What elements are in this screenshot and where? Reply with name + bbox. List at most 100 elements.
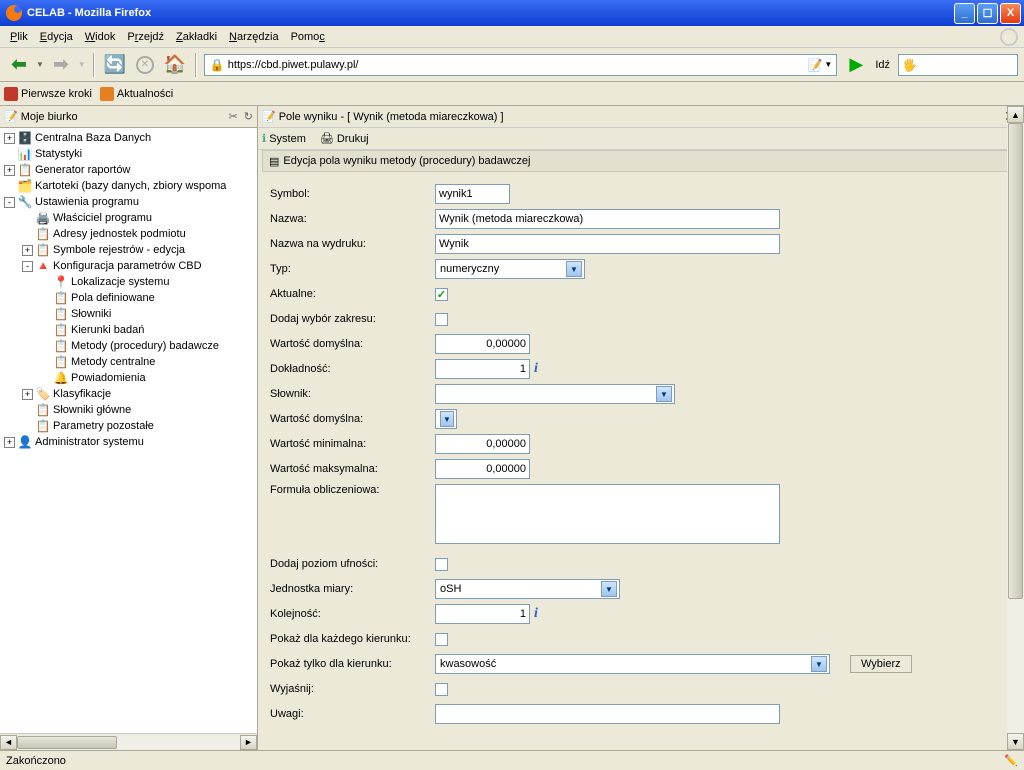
expand-icon[interactable]: + (4, 133, 15, 144)
tree-node-icon: 📋 (17, 162, 33, 178)
close-button[interactable]: X (1000, 3, 1021, 24)
checkbox-kazdy-kier[interactable] (435, 633, 448, 646)
select-jednostka[interactable]: oSH▼ (435, 579, 620, 599)
scroll-left-button[interactable]: ◄ (0, 735, 17, 750)
tree-node-label: Słowniki (71, 308, 111, 320)
tree-item[interactable]: 📋Metody centralne (0, 354, 257, 370)
url-bar[interactable]: 🔒 📝 ▼ (204, 54, 837, 76)
tree-item[interactable]: 📍Lokalizacje systemu (0, 274, 257, 290)
scroll-thumb[interactable] (1008, 123, 1023, 599)
tree-item[interactable]: +👤Administrator systemu (0, 434, 257, 450)
tree-item[interactable]: 🗂️Kartoteki (bazy danych, zbiory wspoma (0, 178, 257, 194)
menu-go[interactable]: Przejdź (121, 29, 170, 45)
select-wart-dom2[interactable]: ▼ (435, 409, 457, 429)
label-jednostka: Jednostka miary: (270, 583, 435, 595)
tree-item[interactable]: +🏷️Klasyfikacje (0, 386, 257, 402)
expand-icon[interactable]: + (22, 245, 33, 256)
status-pencil-icon[interactable]: ✏️ (1004, 754, 1018, 767)
input-symbol[interactable] (435, 184, 510, 204)
checkbox-wyjasnij[interactable] (435, 683, 448, 696)
input-wart-min[interactable] (435, 434, 530, 454)
collapse-icon[interactable]: - (4, 197, 15, 208)
sidebar-action-1[interactable]: ✂ (229, 110, 238, 123)
menu-edit[interactable]: Edycja (34, 29, 79, 45)
tree-item[interactable]: 📋Słowniki (0, 306, 257, 322)
system-icon: ℹ (262, 132, 266, 145)
tree-item[interactable]: 📊Statystyki (0, 146, 257, 162)
textarea-formula[interactable] (435, 484, 780, 544)
content-vertical-scrollbar[interactable]: ▲ ▼ (1007, 106, 1024, 750)
reload-button[interactable]: 🔄 (102, 52, 128, 78)
tree-item[interactable]: -🔧Ustawienia programu (0, 194, 257, 210)
tree-item[interactable]: 🖨️Właściciel programu (0, 210, 257, 226)
label-tylko-kier: Pokaż tylko dla kierunku: (270, 658, 435, 670)
input-uwagi[interactable] (435, 704, 780, 724)
url-dropdown[interactable]: ▼ (824, 60, 832, 69)
url-input[interactable] (228, 59, 808, 71)
scroll-up-button[interactable]: ▲ (1007, 106, 1024, 123)
menu-bookmarks[interactable]: Zakładki (170, 29, 223, 45)
label-wart-dom: Wartość domyślna: (270, 338, 435, 350)
scroll-thumb[interactable] (17, 736, 117, 749)
input-nazwa[interactable] (435, 209, 780, 229)
info-icon[interactable]: i (534, 361, 538, 377)
maximize-button[interactable]: ☐ (977, 3, 998, 24)
scroll-right-button[interactable]: ► (240, 735, 257, 750)
tree-node-icon: 📋 (53, 306, 69, 322)
print-menu[interactable]: 🖨 Drukuj (320, 132, 369, 145)
expand-icon[interactable]: + (4, 437, 15, 448)
tree-node-icon: 📋 (53, 322, 69, 338)
input-dokladnosc[interactable] (435, 359, 530, 379)
wybierz-button[interactable]: Wybierz (850, 655, 912, 673)
select-slownik[interactable]: ▼ (435, 384, 675, 404)
expand-icon[interactable]: + (4, 165, 15, 176)
menu-file[interactable]: Plik (4, 29, 34, 45)
search-box[interactable]: 🖐️ (898, 54, 1018, 76)
bookmark-news[interactable]: Aktualności (100, 87, 173, 101)
tree-item[interactable]: -🔺Konfiguracja parametrów CBD (0, 258, 257, 274)
tree-view[interactable]: +🗄️Centralna Baza Danych📊Statystyki+📋Gen… (0, 128, 257, 733)
tree-item[interactable]: 🔔Powiadomienia (0, 370, 257, 386)
minimize-button[interactable]: _ (954, 3, 975, 24)
tree-item[interactable]: +📋Generator raportów (0, 162, 257, 178)
menu-help[interactable]: Pomoc (285, 29, 331, 45)
tree-item[interactable]: 📋Kierunki badań (0, 322, 257, 338)
scroll-down-button[interactable]: ▼ (1007, 733, 1024, 750)
checkbox-aktualne[interactable]: ✓ (435, 288, 448, 301)
search-engine-icon[interactable]: 🖐️ (902, 58, 917, 72)
sidebar-horizontal-scrollbar[interactable]: ◄ ► (0, 733, 257, 750)
select-tylko-kier[interactable]: kwasowość▼ (435, 654, 830, 674)
collapse-icon[interactable]: - (22, 261, 33, 272)
checkbox-poziom-ufn[interactable] (435, 558, 448, 571)
tree-item[interactable]: +🗄️Centralna Baza Danych (0, 130, 257, 146)
tree-item[interactable]: 📋Adresy jednostek podmiotu (0, 226, 257, 242)
expand-icon[interactable]: + (22, 389, 33, 400)
tree-node-label: Powiadomienia (71, 372, 146, 384)
tree-item[interactable]: 📋Pola definiowane (0, 290, 257, 306)
input-nazwa-wydruk[interactable] (435, 234, 780, 254)
checkbox-dodaj-zakres[interactable] (435, 313, 448, 326)
menu-view[interactable]: Widok (79, 29, 122, 45)
input-wart-max[interactable] (435, 459, 530, 479)
go-button[interactable]: ▶ (843, 52, 869, 78)
edit-icon[interactable]: 📝 (807, 58, 822, 72)
select-typ[interactable]: numeryczny▼ (435, 259, 585, 279)
tree-item[interactable]: 📋Słowniki główne (0, 402, 257, 418)
content-header: 📝 Pole wyniku - [ Wynik (metoda miareczk… (258, 106, 1024, 128)
tree-item[interactable]: +📋Symbole rejestrów - edycja (0, 242, 257, 258)
input-wart-dom[interactable] (435, 334, 530, 354)
back-dropdown[interactable]: ▼ (36, 60, 44, 69)
system-menu[interactable]: ℹ System (262, 132, 306, 145)
tree-node-icon: 🔧 (17, 194, 33, 210)
sidebar-action-2[interactable]: ↻ (244, 110, 253, 123)
bookmark-first-steps[interactable]: Pierwsze kroki (4, 87, 92, 101)
tree-node-label: Kartoteki (bazy danych, zbiory wspoma (35, 180, 226, 192)
back-button[interactable]: ⬅ (6, 52, 32, 78)
input-kolejnosc[interactable] (435, 604, 530, 624)
info-icon[interactable]: i (534, 606, 538, 622)
form-icon: 📝 (262, 110, 276, 123)
home-button[interactable]: 🏠 (162, 52, 188, 78)
tree-item[interactable]: 📋Metody (procedury) badawcze (0, 338, 257, 354)
menu-tools[interactable]: Narzędzia (223, 29, 285, 45)
tree-item[interactable]: 📋Parametry pozostałe (0, 418, 257, 434)
